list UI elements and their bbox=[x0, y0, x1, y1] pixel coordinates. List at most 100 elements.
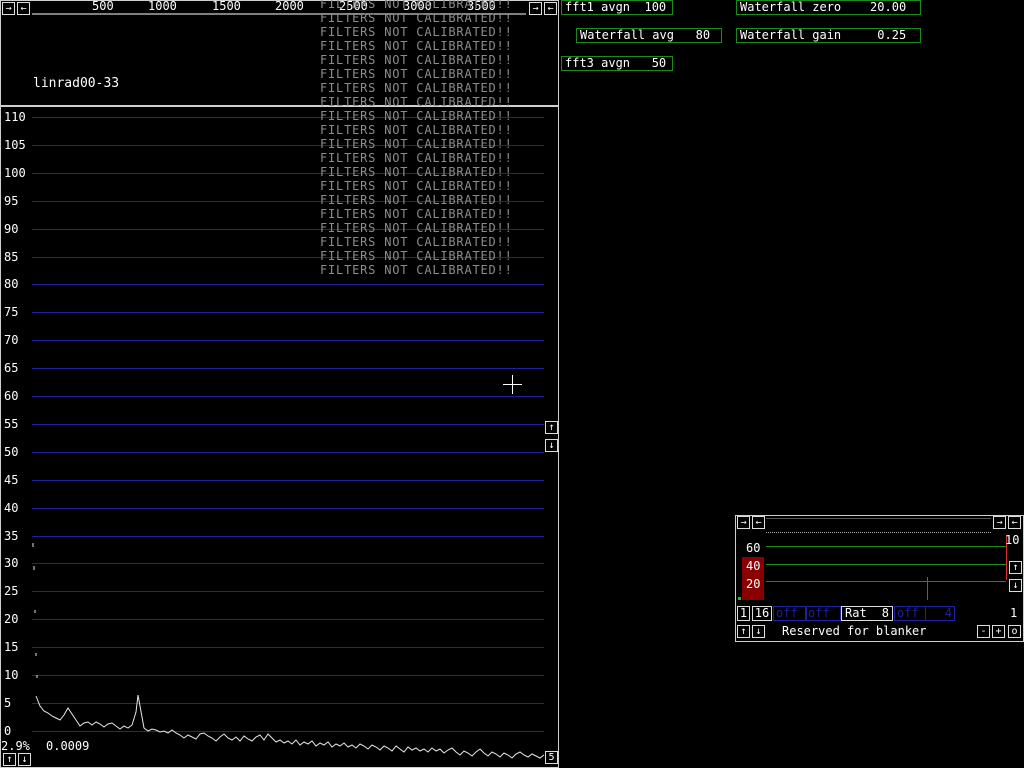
filters-warning-line: FILTERS NOT CALIBRATED!! bbox=[320, 67, 513, 81]
y-axis-label: 50 bbox=[4, 445, 19, 459]
grid-line bbox=[32, 536, 544, 537]
y-axis-label: 10 bbox=[4, 668, 19, 682]
grid-line bbox=[32, 368, 544, 369]
fft3-avgn-box[interactable]: fft3 avgn 50 bbox=[561, 56, 673, 71]
blanker-off-1[interactable]: off bbox=[773, 606, 807, 621]
blanker-reserved-label: Reserved for blanker bbox=[782, 624, 927, 638]
y-axis-label: 0 bbox=[4, 724, 12, 738]
blanker-minus-button[interactable]: - bbox=[977, 625, 990, 638]
bottom-right-box[interactable]: 5 bbox=[545, 751, 558, 764]
freq-label-2000: 2000 bbox=[275, 0, 304, 13]
waterfall-gain-box[interactable]: Waterfall gain 0.25 bbox=[736, 28, 921, 43]
grid-line bbox=[32, 424, 544, 425]
blanker-scroll-right-button[interactable]: → bbox=[993, 516, 1006, 529]
blanker-line-20 bbox=[766, 581, 1006, 582]
filters-warning-line: FILTERS NOT CALIBRATED!! bbox=[320, 179, 513, 193]
grid-line bbox=[32, 647, 544, 648]
blanker-plus-button[interactable]: + bbox=[992, 625, 1005, 638]
y-axis-label: 40 bbox=[4, 501, 19, 515]
blanker-marker-line bbox=[927, 577, 928, 600]
y-axis-label: 15 bbox=[4, 640, 19, 654]
blanker-rat-value: 8 bbox=[881, 606, 889, 620]
program-title: linrad00-33 bbox=[33, 76, 120, 91]
y-axis-label: 80 bbox=[4, 277, 19, 291]
blanker-up-button[interactable]: ↑ bbox=[1009, 561, 1022, 574]
blanker-right-top-label: 10 bbox=[1005, 533, 1020, 547]
waterfall-zero-box[interactable]: Waterfall zero 20.00 bbox=[736, 0, 921, 15]
blanker-rat-label: Rat bbox=[845, 606, 867, 620]
y-axis-label: 25 bbox=[4, 584, 19, 598]
y-axis-label: 75 bbox=[4, 305, 19, 319]
y-axis-label: 65 bbox=[4, 361, 19, 375]
blanker-off-2[interactable]: off bbox=[805, 606, 841, 621]
blanker-scroll-left-button[interactable]: ← bbox=[1008, 516, 1021, 529]
shift-right-button[interactable]: → bbox=[2, 2, 15, 15]
blanker-indicator bbox=[738, 597, 741, 600]
grid-line bbox=[32, 508, 544, 509]
grid-line bbox=[32, 675, 544, 676]
filters-warning-line: FILTERS NOT CALIBRATED!! bbox=[320, 123, 513, 137]
scroll-right-button[interactable]: → bbox=[529, 2, 542, 15]
blanker-scale-20: 20 bbox=[746, 577, 761, 591]
waterfall-avg-box[interactable]: Waterfall avg 80 bbox=[576, 28, 722, 43]
blanker-bottom-up-button[interactable]: ↑ bbox=[737, 625, 750, 638]
y-axis-label: 20 bbox=[4, 612, 19, 626]
filters-warning-line: FILTERS NOT CALIBRATED!! bbox=[320, 39, 513, 53]
grid-line bbox=[32, 563, 544, 564]
blanker-right-number: 1 bbox=[1010, 606, 1018, 620]
blanker-mode-1[interactable]: 1 bbox=[737, 606, 750, 621]
filters-warning-line: FILTERS NOT CALIBRATED!! bbox=[320, 263, 513, 277]
filters-warning-line: FILTERS NOT CALIBRATED!! bbox=[320, 165, 513, 179]
y-axis-label: 35 bbox=[4, 529, 19, 543]
grid-line bbox=[32, 480, 544, 481]
filters-warning-line: FILTERS NOT CALIBRATED!! bbox=[320, 151, 513, 165]
percent-readout: 2.9% bbox=[1, 739, 30, 753]
blanker-line-60 bbox=[766, 546, 1006, 547]
filters-warning-line: FILTERS NOT CALIBRATED!! bbox=[320, 249, 513, 263]
filters-warning-line: FILTERS NOT CALIBRATED!! bbox=[320, 221, 513, 235]
y-axis-label: 90 bbox=[4, 222, 19, 236]
grid-line bbox=[32, 452, 544, 453]
filters-warning-line: FILTERS NOT CALIBRATED!! bbox=[320, 109, 513, 123]
blanker-line-40 bbox=[766, 564, 1006, 565]
filters-warning-line: FILTERS NOT CALIBRATED!! bbox=[320, 235, 513, 249]
blanker-rat-box[interactable]: Rat 8 bbox=[841, 606, 893, 621]
filters-warning-line: FILTERS NOT CALIBRATED!! bbox=[320, 81, 513, 95]
blanker-mode-16[interactable]: 16 bbox=[752, 606, 772, 621]
shift-left-button[interactable]: ← bbox=[17, 2, 30, 15]
grid-line bbox=[32, 731, 544, 732]
blanker-panel bbox=[735, 515, 1024, 642]
y-axis-label: 105 bbox=[4, 138, 26, 152]
blanker-num-4[interactable]: 4 bbox=[925, 606, 955, 621]
y-axis-label: 85 bbox=[4, 250, 19, 264]
filters-warning-line: FILTERS NOT CALIBRATED!! bbox=[320, 137, 513, 151]
y-axis-label: 30 bbox=[4, 556, 19, 570]
blanker-o-button[interactable]: o bbox=[1008, 625, 1021, 638]
blanker-scale-bar[interactable] bbox=[766, 518, 991, 533]
y-axis-label: 70 bbox=[4, 333, 19, 347]
blanker-down-button[interactable]: ↓ bbox=[1009, 579, 1022, 592]
bottom-down-button[interactable]: ↓ bbox=[18, 753, 31, 766]
spectrum-scale-up-button[interactable]: ↑ bbox=[545, 421, 558, 434]
y-axis-label: 55 bbox=[4, 417, 19, 431]
blanker-shift-left-button[interactable]: ← bbox=[752, 516, 765, 529]
grid-line bbox=[32, 284, 544, 285]
spectrum-scale-down-button[interactable]: ↓ bbox=[545, 439, 558, 452]
value-readout: 0.0009 bbox=[46, 739, 90, 753]
fft1-avgn-box[interactable]: fft1 avgn 100 bbox=[561, 0, 673, 15]
crosshair-cursor bbox=[503, 375, 522, 394]
freq-label-1000: 1000 bbox=[148, 0, 177, 13]
grid-line bbox=[32, 396, 544, 397]
filters-warning-line: FILTERS NOT CALIBRATED!! bbox=[320, 11, 513, 25]
scroll-left-button[interactable]: ← bbox=[544, 2, 557, 15]
blanker-off-3[interactable]: off bbox=[894, 606, 926, 621]
filters-warning-line: FILTERS NOT CALIBRATED!! bbox=[320, 53, 513, 67]
y-axis-label: 100 bbox=[4, 166, 26, 180]
blanker-shift-right-button[interactable]: → bbox=[737, 516, 750, 529]
freq-label-1500: 1500 bbox=[212, 0, 241, 13]
blanker-bottom-down-button[interactable]: ↓ bbox=[752, 625, 765, 638]
grid-line bbox=[32, 591, 544, 592]
y-axis-label: 110 bbox=[4, 110, 26, 124]
grid-line bbox=[32, 619, 544, 620]
bottom-up-button[interactable]: ↑ bbox=[3, 753, 16, 766]
